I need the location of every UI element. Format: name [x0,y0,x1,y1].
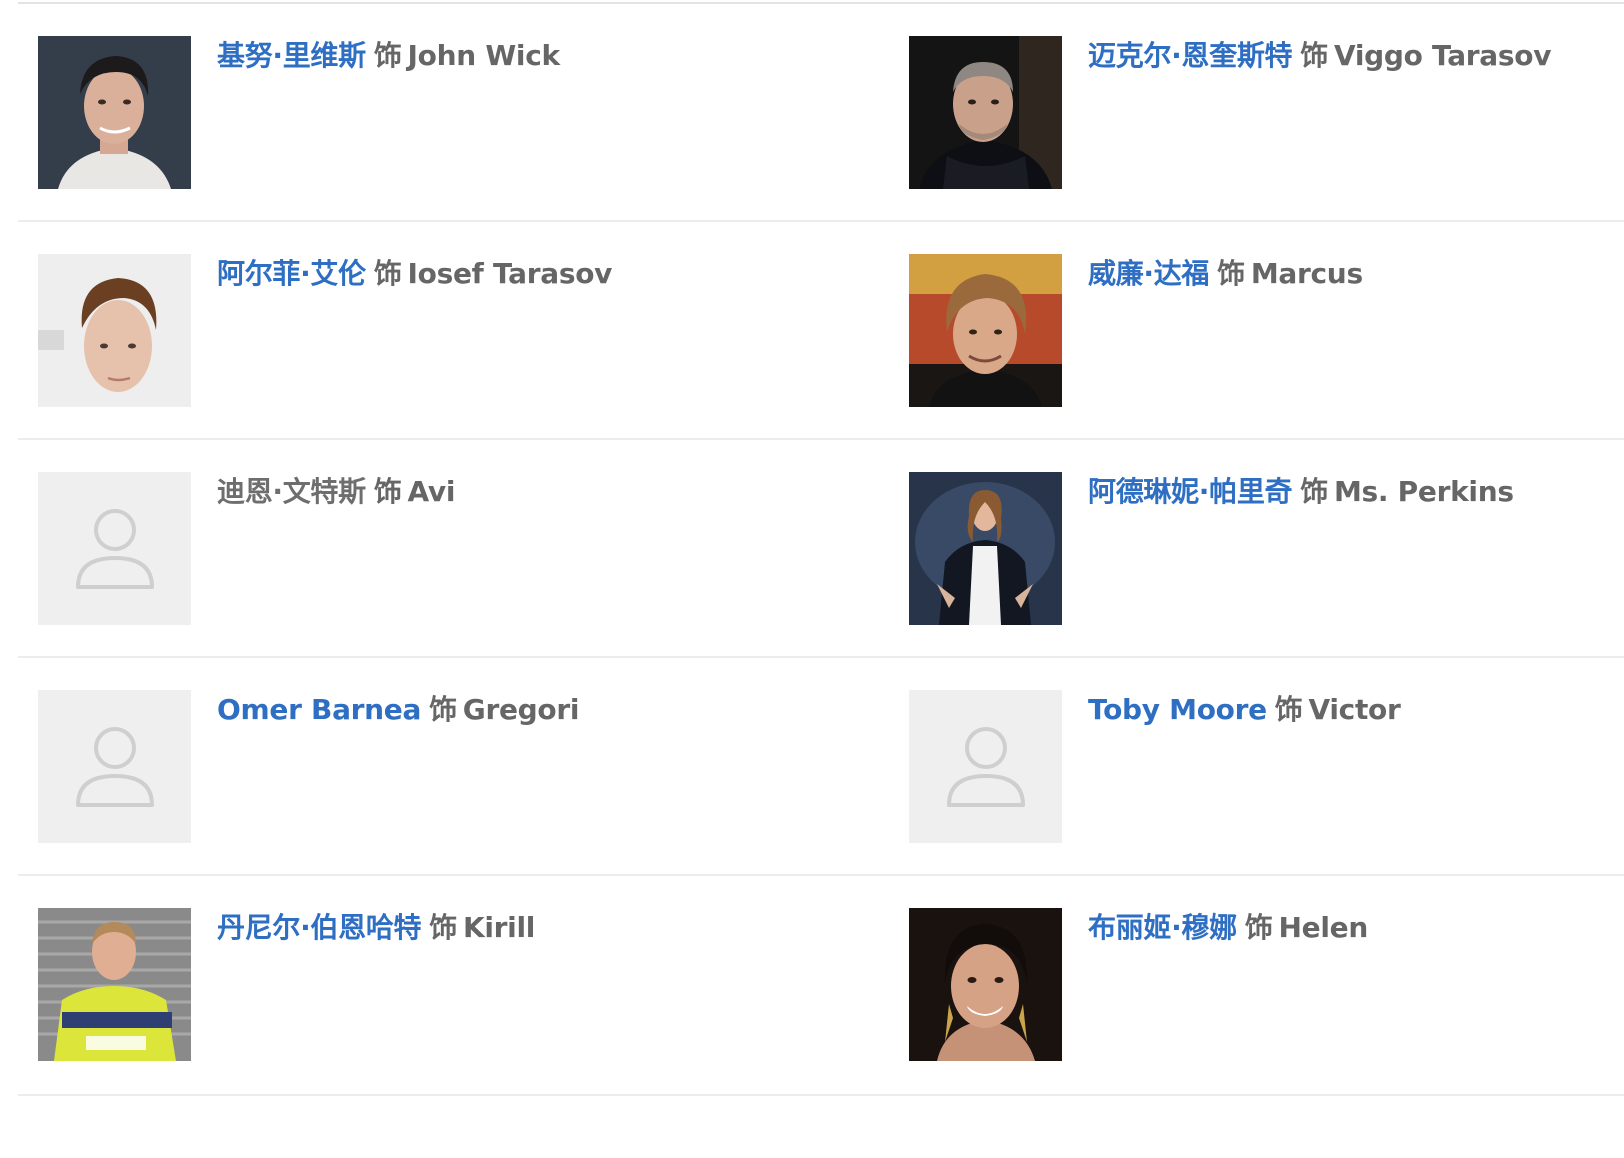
bridget-photo [909,908,1062,1061]
as-label: 饰 [373,257,402,290]
actor-photo [909,690,1062,843]
cast-row: 迪恩·文特斯饰 Avi 阿德琳妮·帕里奇饰 Ms. Perkins [18,440,1624,658]
alfie-photo [38,254,191,407]
role-name: Kirill [462,911,536,944]
actor-name-link[interactable]: 基努·里维斯 [217,39,366,72]
actor-name-link[interactable]: 布丽姬·穆娜 [1088,911,1237,944]
cast-credit: 丹尼尔·伯恩哈特饰 Kirill [217,910,535,946]
cast-credit: 迈克尔·恩奎斯特饰 Viggo Tarasov [1088,38,1551,74]
cast-row: 阿尔菲·艾伦饰 Iosef Tarasov 威廉·达福饰 Marcus [18,222,1624,440]
role-name: Ms. Perkins [1333,475,1514,508]
cast-credit: 阿德琳妮·帕里奇饰 Ms. Perkins [1088,474,1514,510]
actor-name-link[interactable]: 丹尼尔·伯恩哈特 [217,911,422,944]
role-name: Victor [1308,693,1401,726]
as-label: 饰 [1274,693,1303,726]
cast-row: 基努·里维斯饰 John Wick 迈克尔·恩奎斯特饰 Viggo Taraso… [18,4,1624,222]
role-name: Avi [407,475,456,508]
role-name: Marcus [1250,257,1363,290]
actor-name: 迪恩·文特斯 [217,475,366,508]
cast-credit: Toby Moore 饰 Victor [1088,692,1401,728]
actor-photo[interactable] [909,908,1062,1061]
as-label: 饰 [1244,911,1273,944]
role-name: Viggo Tarasov [1333,39,1552,72]
person-placeholder-icon [76,727,154,807]
actor-photo[interactable] [38,908,191,1061]
as-label: 饰 [1300,475,1328,508]
role-name: John Wick [407,39,561,72]
actor-photo [38,690,191,843]
as-label: 饰 [429,911,457,944]
cast-row: Omer Barnea 饰 Gregori Toby Moore 饰 Victor [18,658,1624,876]
actor-photo [38,472,191,625]
michael-photo [909,36,1062,189]
keanu-photo [38,36,191,189]
cast-credit: 阿尔菲·艾伦饰 Iosef Tarasov [217,256,612,292]
cast-credit: 布丽姬·穆娜饰 Helen [1088,910,1368,946]
actor-photo[interactable] [909,36,1062,189]
actor-photo[interactable] [909,254,1062,407]
daniel-photo [38,908,191,1061]
role-name: Iosef Tarasov [407,257,613,290]
as-label: 饰 [373,39,402,72]
person-placeholder-icon [947,727,1025,807]
actor-photo[interactable] [38,254,191,407]
actor-name-link[interactable]: 阿尔菲·艾伦 [217,257,366,290]
as-label: 饰 [1217,257,1245,290]
role-name: Helen [1278,911,1369,944]
cast-credit: 迪恩·文特斯饰 Avi [217,474,455,510]
actor-photo[interactable] [38,36,191,189]
cast-row: 丹尼尔·伯恩哈特饰 Kirill 布丽姬·穆娜饰 Helen [18,876,1624,1096]
person-placeholder-icon [76,509,154,589]
actor-name-link[interactable]: Toby Moore [1088,693,1267,726]
as-label: 饰 [373,475,402,508]
cast-credit: 威廉·达福饰 Marcus [1088,256,1363,292]
actor-name-link[interactable]: 威廉·达福 [1088,257,1209,290]
actor-name-link[interactable]: 迈克尔·恩奎斯特 [1088,39,1293,72]
actor-photo[interactable] [909,472,1062,625]
as-label: 饰 [429,693,457,726]
cast-list: 基努·里维斯饰 John Wick 迈克尔·恩奎斯特饰 Viggo Taraso… [18,4,1624,1096]
actor-name-link[interactable]: 阿德琳妮·帕里奇 [1088,475,1293,508]
cast-credit: 基努·里维斯饰 John Wick [217,38,560,74]
role-name: Gregori [462,693,580,726]
actor-name-link[interactable]: Omer Barnea [217,693,421,726]
adrianne-photo [909,472,1062,625]
as-label: 饰 [1300,39,1328,72]
willem-photo [909,254,1062,407]
cast-credit: Omer Barnea 饰 Gregori [217,692,579,728]
